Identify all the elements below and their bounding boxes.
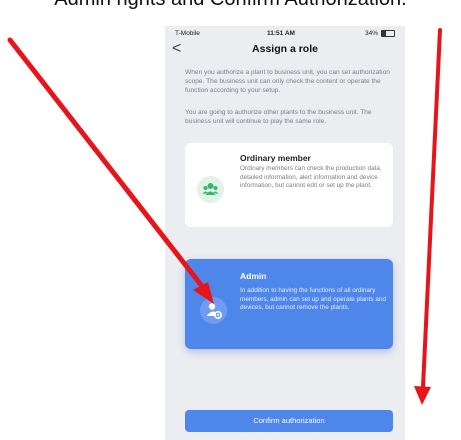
battery-icon (381, 30, 395, 37)
description-paragraph-1: When you authorize a plant to business u… (185, 69, 390, 94)
members-icon (197, 176, 224, 203)
page-title: Assign a role (252, 43, 318, 55)
phone-screen: T-Mobile 11:51 AM 34% < Assign a role Wh… (165, 26, 405, 440)
arrow-to-confirm-button (414, 28, 442, 405)
clock-label: 11:51 AM (267, 30, 295, 37)
role-title: Ordinary member (240, 153, 311, 163)
battery-percent: 34% (365, 30, 379, 37)
confirm-authorization-button[interactable]: Confirm authorization (185, 410, 393, 432)
nav-bar: < Assign a role (165, 40, 405, 60)
carrier-label: T-Mobile (175, 30, 200, 37)
admin-gear-icon (200, 297, 227, 324)
role-title: Admin (240, 271, 267, 281)
role-card-admin[interactable]: Admin In addition to having the function… (185, 259, 393, 349)
status-bar: T-Mobile 11:51 AM 34% (165, 26, 405, 40)
description-paragraph-2: You are going to authorize other plants … (185, 109, 372, 125)
role-card-ordinary-member[interactable]: Ordinary member Ordinary members can che… (185, 143, 393, 227)
caption-title: Admin rights and Confirm Authorization. (0, 0, 461, 11)
role-description: In addition to having the functions of a… (240, 287, 387, 312)
role-description: Ordinary members can check the productio… (240, 165, 382, 190)
